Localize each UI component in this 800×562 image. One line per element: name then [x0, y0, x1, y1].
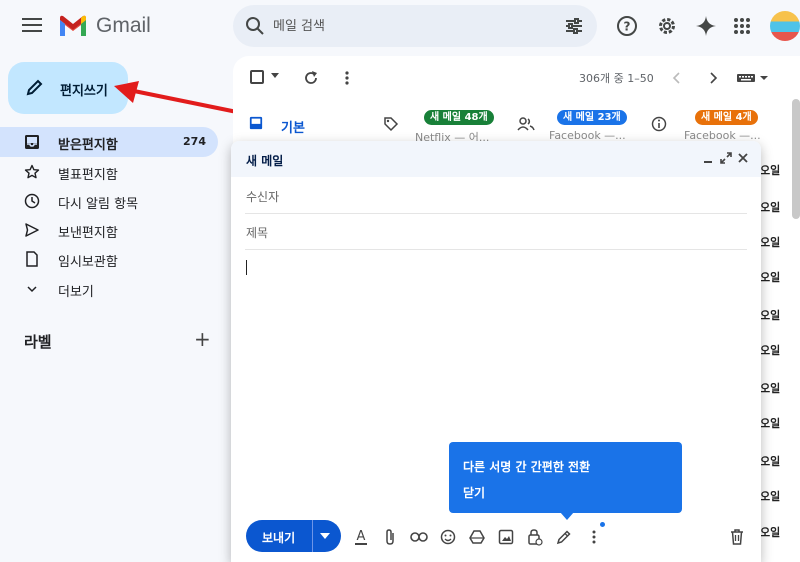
- svg-text:A: A: [357, 529, 366, 544]
- annotation-arrow-icon: [114, 81, 238, 114]
- mail-row-date[interactable]: 오일: [760, 342, 780, 358]
- mail-row-date[interactable]: 오일: [760, 162, 780, 178]
- more-options-icon[interactable]: [585, 528, 603, 546]
- select-all-checkbox[interactable]: [250, 70, 264, 84]
- send-button[interactable]: 보내기: [246, 520, 341, 552]
- gmail-logo-icon: [60, 15, 86, 36]
- text-cursor: [246, 260, 247, 275]
- recipients-input[interactable]: [246, 187, 736, 207]
- svg-text:?: ?: [624, 20, 631, 34]
- unread-count: 274: [183, 135, 206, 148]
- formatting-options-icon[interactable]: A: [352, 528, 370, 546]
- search-options-icon[interactable]: [565, 17, 583, 35]
- tab-label: 기본: [281, 121, 305, 136]
- top-bar: Gmail ?: [0, 0, 800, 52]
- search-input[interactable]: [273, 13, 553, 39]
- emoji-icon[interactable]: [439, 528, 457, 546]
- drive-icon[interactable]: [468, 528, 486, 546]
- attach-file-icon[interactable]: [381, 528, 399, 546]
- mail-row-date[interactable]: 오일: [760, 380, 780, 396]
- prev-page-icon[interactable]: [667, 68, 687, 88]
- sidebar-item-label: 별표편지함: [58, 168, 118, 183]
- info-icon: [651, 116, 667, 132]
- mail-row-date[interactable]: 오일: [760, 415, 780, 431]
- new-mail-badge: 새 메일 4개: [695, 110, 758, 125]
- send-label: 보내기: [262, 531, 296, 545]
- subject-field[interactable]: [245, 214, 747, 250]
- sidebar-item-more[interactable]: 더보기: [0, 274, 218, 304]
- search-bar[interactable]: [233, 5, 597, 47]
- star-icon: [24, 164, 40, 179]
- mail-row-date[interactable]: 오일: [760, 488, 780, 504]
- account-avatar[interactable]: [770, 11, 800, 41]
- search-icon[interactable]: [245, 16, 265, 36]
- new-mail-badge: 새 메일 23개: [557, 110, 627, 125]
- minimize-icon[interactable]: [700, 150, 716, 166]
- confidential-lock-icon[interactable]: [526, 528, 544, 546]
- sidebar-item-label: 다시 알림 항목: [58, 197, 139, 212]
- tooltip-close-button[interactable]: 닫기: [463, 484, 485, 501]
- compose-header: 새 메일: [231, 141, 761, 177]
- pencil-icon: [26, 79, 43, 96]
- inbox-icon: [249, 116, 263, 130]
- signature-pen-icon[interactable]: [555, 528, 573, 546]
- more-vert-icon[interactable]: [337, 68, 357, 88]
- gemini-sparkle-icon[interactable]: [694, 14, 718, 38]
- new-mail-badge: 새 메일 48개: [424, 110, 494, 125]
- sidebar-item-sent[interactable]: 보낸편지함: [0, 215, 218, 245]
- notification-dot: [600, 522, 605, 527]
- sidebar-item-label: 받은편지함: [58, 138, 118, 153]
- help-icon[interactable]: ?: [615, 14, 639, 38]
- sidebar-item-label: 보낸편지함: [58, 226, 118, 241]
- close-icon[interactable]: [735, 150, 751, 166]
- sidebar-item-label: 더보기: [58, 285, 94, 300]
- subject-input[interactable]: [246, 223, 736, 243]
- compose-button[interactable]: 편지쓰기: [8, 62, 128, 114]
- sidebar-item-label: 임시보관함: [58, 255, 118, 270]
- main-menu-button[interactable]: [20, 14, 44, 38]
- tooltip-text: 다른 서명 간 간편한 전환: [463, 460, 591, 474]
- apps-grid-icon[interactable]: [730, 14, 754, 38]
- recipients-field[interactable]: [245, 178, 747, 214]
- mail-row-date[interactable]: 오일: [760, 199, 780, 215]
- chevron-down-icon: [27, 286, 37, 293]
- insert-link-icon[interactable]: [410, 528, 428, 546]
- send-icon: [25, 223, 39, 237]
- insert-photo-icon[interactable]: [497, 528, 515, 546]
- compose-label: 편지쓰기: [60, 84, 108, 99]
- mail-row-date[interactable]: 오일: [760, 524, 780, 540]
- mail-toolbar: 306개 중 1–50: [233, 56, 800, 100]
- mail-row-date[interactable]: 오일: [760, 307, 780, 323]
- mail-row-date[interactable]: 오일: [760, 269, 780, 285]
- select-options-caret-icon[interactable]: [271, 73, 279, 78]
- compose-title: 새 메일: [246, 154, 284, 168]
- sidebar-item-inbox[interactable]: 받은편지함 274: [0, 127, 218, 157]
- scrollbar[interactable]: [792, 99, 800, 219]
- discard-draft-trash-icon[interactable]: [728, 528, 746, 546]
- inbox-icon: [25, 135, 39, 149]
- sidebar-item-drafts[interactable]: 임시보관함: [0, 244, 218, 274]
- people-icon: [517, 117, 535, 131]
- add-label-button[interactable]: +: [194, 329, 211, 349]
- settings-gear-icon[interactable]: [655, 14, 679, 38]
- fullscreen-icon[interactable]: [718, 150, 734, 166]
- send-divider: [312, 520, 313, 552]
- app-name: Gmail: [96, 14, 151, 37]
- tag-icon: [384, 117, 399, 132]
- send-options-caret-icon[interactable]: [320, 533, 330, 539]
- sidebar-item-snoozed[interactable]: 다시 알림 항목: [0, 186, 218, 216]
- next-page-icon[interactable]: [703, 68, 723, 88]
- pagination-text: 306개 중 1–50: [579, 72, 654, 85]
- sidebar-item-starred[interactable]: 별표편지함: [0, 157, 218, 187]
- draft-icon: [26, 251, 38, 267]
- mail-row-date[interactable]: 오일: [760, 453, 780, 469]
- keyboard-input-icon[interactable]: [737, 68, 771, 88]
- labels-heading: 라벨: [24, 333, 52, 351]
- tooltip-pointer: [560, 512, 574, 520]
- refresh-icon[interactable]: [301, 68, 321, 88]
- gmail-logo[interactable]: Gmail: [58, 14, 151, 38]
- mail-row-date[interactable]: 오일: [760, 234, 780, 250]
- clock-icon: [24, 193, 40, 209]
- signature-tooltip: 다른 서명 간 간편한 전환 닫기: [449, 442, 682, 513]
